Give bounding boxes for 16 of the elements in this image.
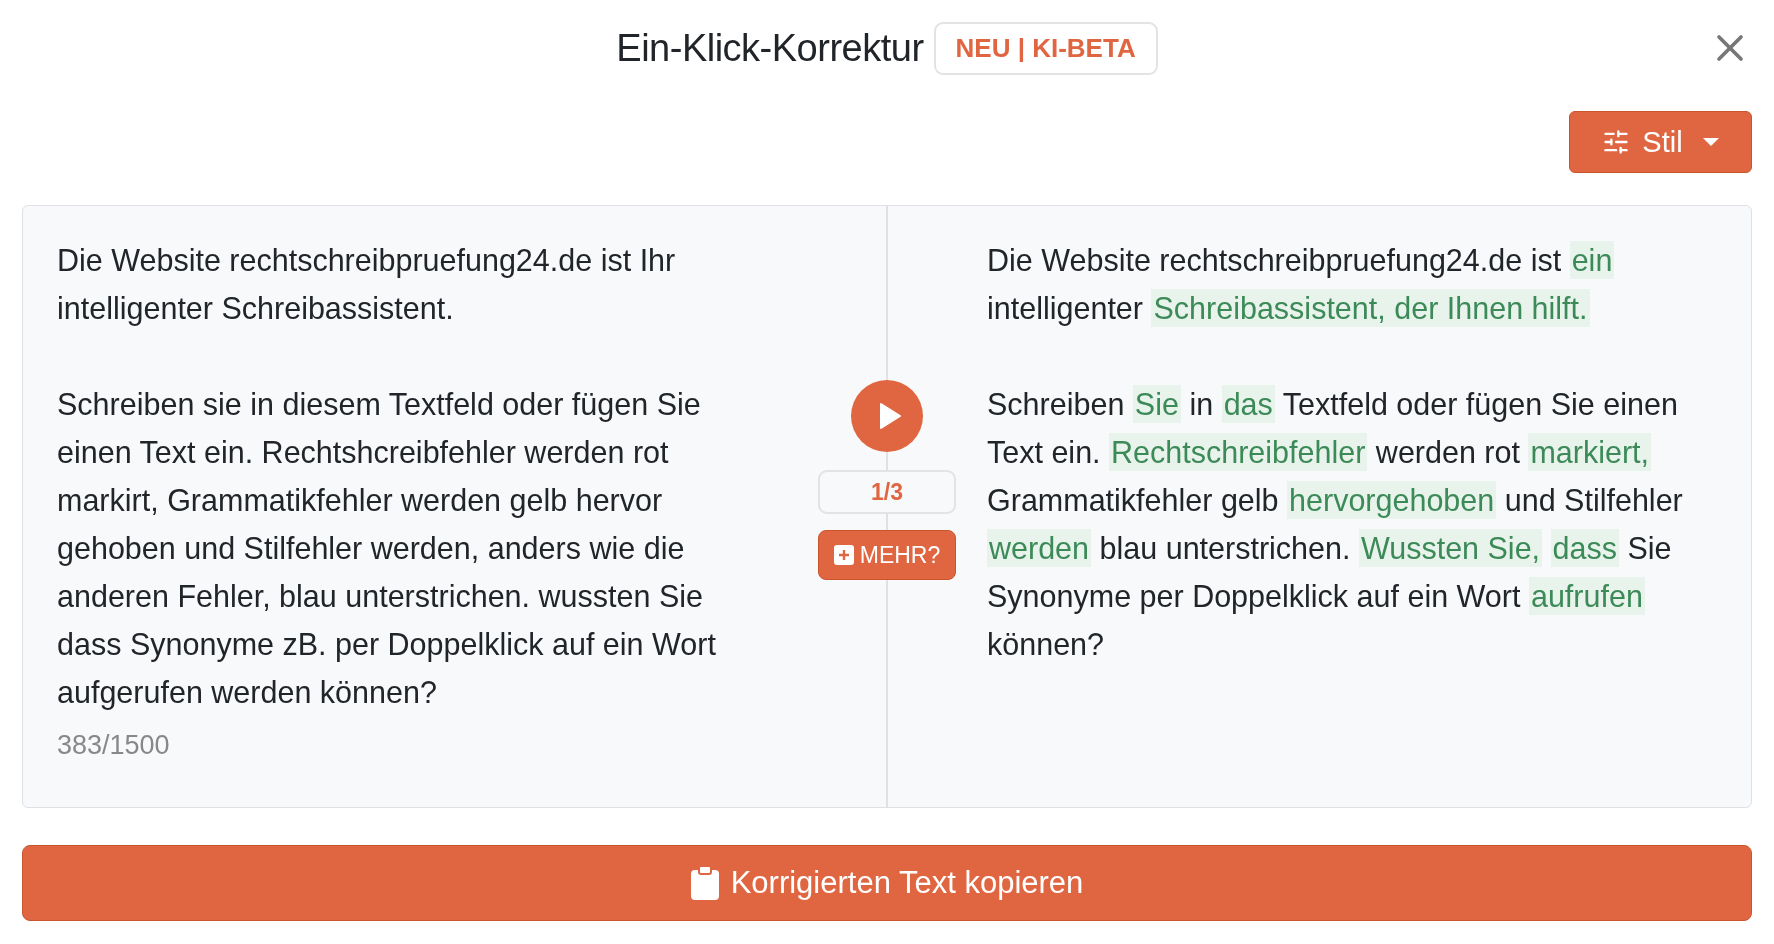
original-paragraph: Die Website rechtschreibpruefung24.de ist Ihr intelligenter Schreibassistent. <box>57 242 677 328</box>
plus-icon <box>833 545 854 565</box>
sliders-icon <box>1602 128 1631 156</box>
copy-button[interactable]: Korrigierten Text kopieren <box>22 845 1752 921</box>
clipboard-icon <box>690 866 719 900</box>
corrected-paragraph: Schreiben Sie in das Textfeld oder fügen Sie einen Text ein. Rechtschreibfehler werden rot markiert, Grammatikfehler gelb hervorgehoben und Stilfehler werden blau unterstrichen. Wussten Sie, dass Sie Synonyme per Doppelklick auf ein Wort aufrufen können? <box>987 384 1684 663</box>
more-button[interactable]: MEHR? <box>818 530 956 580</box>
caret-icon <box>1702 138 1719 146</box>
corrected-paragraph: Die Website rechtschreibpruefung24.de ist ein intelligenter Schreibassistent, der Ihnen hilft. <box>987 240 1616 329</box>
play-icon <box>879 403 901 429</box>
style-button[interactable]: Stil <box>1569 111 1752 173</box>
suggestion-counter: 1/3 <box>818 470 956 514</box>
dialog-title: Ein-Klick-Korrektur <box>616 26 924 70</box>
original-paragraph: Schreiben sie in diesem Textfeld oder fügen Sie einen Text ein. Rechtshcreibfehler werden rot markirt, Grammatikfehler werden gelb hervor gehoben und Stilfehler werden, anders wie die anderen Fehler, blau unterstrichen. wussten Sie dass Synonyme zB. per Doppelklick auf ein Wort aufgerufen werden können? <box>57 386 717 712</box>
character-count: 383/1500 <box>57 730 171 761</box>
beta-badge: NEU | KI-BETA <box>933 21 1158 75</box>
